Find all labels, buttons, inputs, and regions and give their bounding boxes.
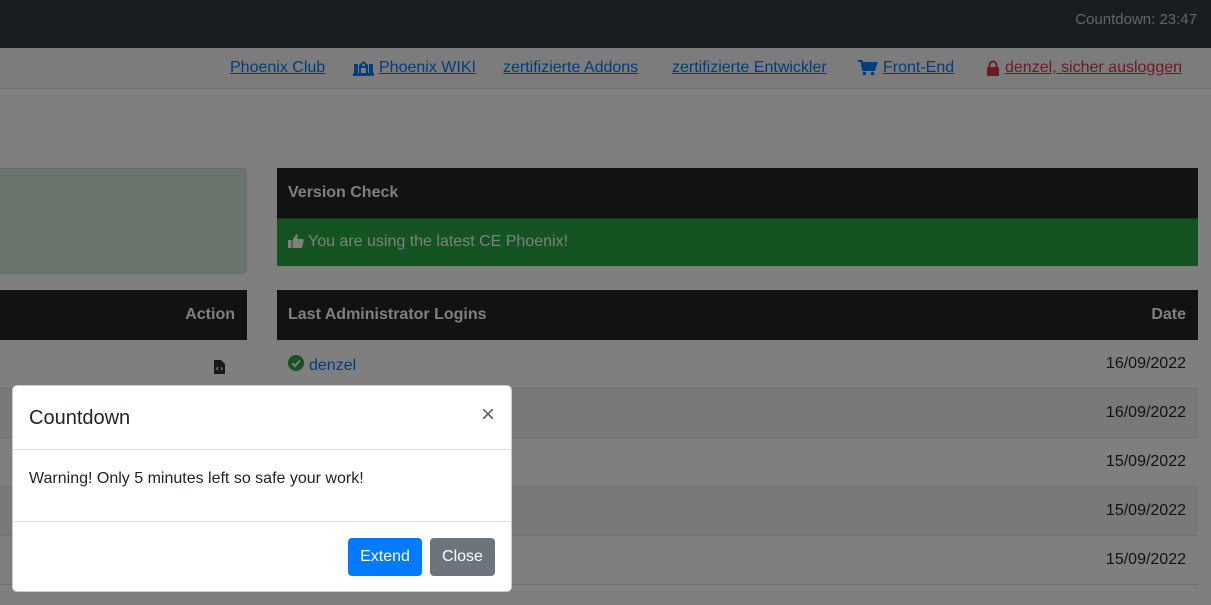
countdown-modal: Countdown × Warning! Only 5 minutes left…: [12, 385, 512, 592]
modal-footer: Extend Close: [13, 522, 511, 592]
close-icon[interactable]: ×: [481, 403, 495, 427]
modal-message: Warning! Only 5 minutes left so safe you…: [13, 450, 511, 522]
close-button[interactable]: Close: [430, 538, 495, 576]
extend-button[interactable]: Extend: [348, 538, 422, 576]
modal-header: Countdown ×: [13, 386, 511, 450]
modal-title: Countdown: [29, 407, 131, 429]
